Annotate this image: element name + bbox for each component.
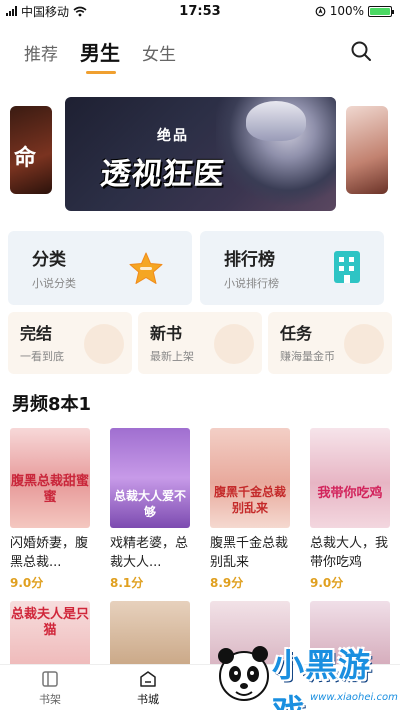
- nav-bookstore-label: 书城: [137, 693, 159, 706]
- feature-subtitle: 赚海量金币: [280, 350, 335, 363]
- banner-next-slide[interactable]: [346, 106, 388, 194]
- book-title: 戏精老婆，总裁大人...: [110, 536, 189, 570]
- location-icon: [315, 6, 326, 16]
- category-card[interactable]: 分类 小说分类: [8, 231, 192, 305]
- nav-bookstore[interactable]: 书城: [118, 669, 178, 707]
- book-cover[interactable]: [110, 601, 190, 671]
- ranking-subtitle: 小说排行榜: [224, 277, 279, 290]
- feature-title: 任务: [280, 324, 313, 343]
- book-title: 总裁大人，我带你吃鸡: [310, 536, 389, 570]
- nav-bookshelf[interactable]: 书架: [20, 669, 80, 707]
- building-icon: [334, 251, 360, 283]
- feature-deco: [344, 324, 384, 364]
- book-score: 8.9分: [210, 576, 244, 590]
- banner-title: 透视狂医: [98, 157, 227, 192]
- feature-deco: [214, 324, 254, 364]
- banner-subtitle: 绝品: [157, 128, 189, 144]
- nav-bookshelf-label: 书架: [39, 693, 61, 706]
- feature-title: 新书: [150, 324, 183, 343]
- cover-title: 总裁大人爱不够: [113, 489, 186, 519]
- feature-deco: [84, 324, 124, 364]
- search-icon[interactable]: [350, 40, 372, 62]
- book-cover[interactable]: 我带你吃鸡: [310, 428, 390, 528]
- feature-title: 完结: [20, 324, 53, 343]
- battery-percent: 100%: [329, 4, 364, 18]
- tab-male[interactable]: 男生: [80, 37, 120, 66]
- ranking-card[interactable]: 排行榜 小说排行榜: [200, 231, 384, 305]
- feature-subtitle: 最新上架: [150, 350, 194, 363]
- book-item[interactable]: 我带你吃鸡 总裁大人，我带你吃鸡 9.0分: [310, 428, 398, 591]
- watermark-url: www.xiaohei.com: [310, 692, 398, 703]
- category-cards: 分类 小说分类 排行榜 小说排行榜: [8, 231, 392, 305]
- banner-character-hair: [246, 101, 306, 141]
- banner-main-slide[interactable]: 绝品 透视狂医: [65, 97, 336, 211]
- book-cover[interactable]: 腹黑千金总裁别乱来: [210, 428, 290, 528]
- book-score: 9.0分: [310, 576, 344, 590]
- book-cover[interactable]: 腹黑总裁甜蜜蜜: [10, 428, 90, 528]
- feature-cards: 完结 一看到底 新书 最新上架 任务 赚海量金币: [8, 312, 392, 374]
- cover-title: 腹黑总裁甜蜜蜜: [10, 474, 89, 505]
- top-nav: 推荐 男生 女生: [0, 30, 400, 78]
- book-item[interactable]: 腹黑千金总裁别乱来 腹黑千金总裁别乱来 8.9分: [210, 428, 298, 591]
- cover-title: 我带你吃鸡: [317, 486, 383, 501]
- category-subtitle: 小说分类: [32, 277, 76, 290]
- feature-new-books[interactable]: 新书 最新上架: [138, 312, 262, 374]
- star-icon: [129, 252, 163, 284]
- section-title: 男频8本1: [12, 394, 92, 415]
- book-cover[interactable]: 总裁大人爱不够: [110, 428, 190, 528]
- book-title: 闪婚娇妻，腹黑总裁...: [10, 536, 89, 570]
- cover-title: 总裁夫人是只猫: [10, 607, 89, 638]
- active-tab-indicator: [86, 71, 116, 74]
- status-bar: 中国移动 17:53 100%: [0, 0, 400, 22]
- battery-fill: [370, 7, 390, 15]
- feature-completed[interactable]: 完结 一看到底: [8, 312, 132, 374]
- watermark: 小黑游戏 www.xiaohei.com: [214, 636, 400, 710]
- banner-prev-slide[interactable]: 命: [10, 106, 52, 194]
- book-item[interactable]: 腹黑总裁甜蜜蜜 闪婚娇妻，腹黑总裁... 9.0分: [10, 428, 98, 591]
- book-item[interactable]: 总裁大人爱不够 戏精老婆，总裁大人... 8.1分: [110, 428, 198, 591]
- book-title: 腹黑千金总裁别乱来: [210, 536, 289, 570]
- feature-tasks[interactable]: 任务 赚海量金币: [268, 312, 392, 374]
- cover-title: 腹黑千金总裁别乱来: [213, 485, 286, 515]
- banner-prev-glyph: 命: [14, 145, 37, 171]
- battery-icon: [368, 5, 394, 17]
- tab-recommend[interactable]: 推荐: [24, 40, 58, 65]
- panda-logo-icon: [218, 646, 269, 701]
- bookstore-icon: [140, 671, 156, 687]
- tab-female[interactable]: 女生: [142, 40, 176, 65]
- feature-subtitle: 一看到底: [20, 350, 64, 363]
- book-cover[interactable]: 总裁夫人是只猫: [10, 601, 90, 671]
- category-title: 分类: [32, 250, 66, 270]
- book-score: 8.1分: [110, 576, 144, 590]
- book-score: 9.0分: [10, 576, 44, 590]
- status-right: 100%: [315, 4, 394, 18]
- bookshelf-icon: [42, 671, 58, 687]
- banner-carousel[interactable]: 命 绝品 透视狂医: [0, 92, 400, 216]
- ranking-title: 排行榜: [224, 250, 275, 270]
